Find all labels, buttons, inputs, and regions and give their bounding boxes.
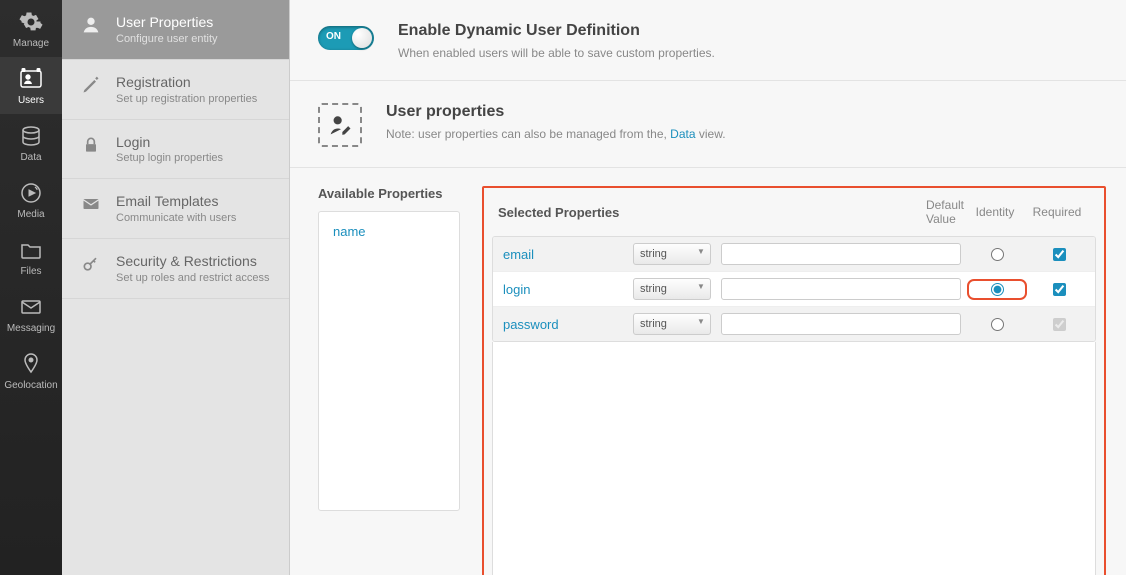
sidebar-item-title: Registration: [116, 74, 257, 91]
sidebar-item-title: Login: [116, 134, 223, 151]
sidebar-item-security[interactable]: Security & Restrictions Set up roles and…: [62, 239, 289, 299]
media-icon: [17, 181, 45, 205]
folder-icon: [17, 238, 45, 262]
rail-item-users[interactable]: Users: [0, 57, 62, 114]
sidebar-item-desc: Set up roles and restrict access: [116, 272, 269, 284]
col-default: Default Value: [926, 198, 964, 226]
panel-title: User properties: [386, 103, 726, 121]
selected-row: login string: [493, 272, 1095, 307]
rail-item-label: Users: [18, 95, 44, 106]
col-identity: Identity: [964, 205, 1026, 219]
sidebar-item-title: User Properties: [116, 14, 218, 31]
selected-row: password string: [493, 307, 1095, 341]
pencil-icon: [80, 74, 102, 96]
dynamic-definition-toggle[interactable]: ON: [318, 26, 374, 50]
database-icon: [17, 124, 45, 148]
col-required: Required: [1026, 205, 1088, 219]
available-list: name: [318, 211, 460, 511]
rail-item-label: Data: [20, 152, 41, 163]
identity-radio[interactable]: [991, 318, 1004, 331]
sidebar-item-title: Email Templates: [116, 193, 236, 210]
rail-item-messaging[interactable]: Messaging: [0, 285, 62, 342]
rail-item-label: Manage: [13, 38, 49, 49]
property-name[interactable]: password: [503, 317, 623, 332]
required-checkbox: [1053, 318, 1066, 331]
identity-radio[interactable]: [991, 248, 1004, 261]
envelope-icon: [80, 193, 102, 215]
rail-item-label: Media: [17, 209, 44, 220]
available-title: Available Properties: [318, 186, 460, 201]
required-checkbox[interactable]: [1053, 283, 1066, 296]
default-value-input[interactable]: [721, 243, 961, 265]
rail-item-label: Geolocation: [4, 380, 57, 391]
selected-table: email string login string password string: [492, 236, 1096, 342]
default-value-input[interactable]: [721, 313, 961, 335]
sidebar-item-desc: Configure user entity: [116, 33, 218, 45]
property-name[interactable]: login: [503, 282, 623, 297]
main-content: ON Enable Dynamic User Definition When e…: [290, 0, 1126, 575]
sidebar-item-login[interactable]: Login Setup login properties: [62, 120, 289, 180]
rail-item-manage[interactable]: Manage: [0, 0, 62, 57]
envelope-icon: [17, 295, 45, 319]
panel-desc: When enabled users will be able to save …: [398, 46, 715, 60]
selected-title: Selected Properties: [498, 205, 728, 220]
selected-row: email string: [493, 237, 1095, 272]
rail-item-data[interactable]: Data: [0, 114, 62, 171]
rail-item-files[interactable]: Files: [0, 228, 62, 285]
rail-item-label: Files: [20, 266, 41, 277]
default-value-input[interactable]: [721, 278, 961, 300]
properties-section: Available Properties name Selected Prope…: [290, 168, 1126, 575]
sidebar-item-user-properties[interactable]: User Properties Configure user entity: [62, 0, 289, 60]
pin-icon: [17, 352, 45, 376]
rail-item-media[interactable]: Media: [0, 171, 62, 228]
rail-item-label: Messaging: [7, 323, 55, 334]
sidebar-item-title: Security & Restrictions: [116, 253, 269, 270]
enable-dynamic-panel: ON Enable Dynamic User Definition When e…: [290, 0, 1126, 81]
data-view-link[interactable]: Data: [670, 127, 695, 141]
available-properties: Available Properties name: [318, 186, 460, 511]
selected-body-space: [492, 342, 1096, 575]
available-item[interactable]: name: [333, 220, 445, 243]
toggle-knob: [352, 28, 372, 48]
type-select[interactable]: string: [633, 313, 711, 335]
lock-icon: [80, 134, 102, 156]
property-name[interactable]: email: [503, 247, 623, 262]
sidebar-item-desc: Setup login properties: [116, 152, 223, 164]
selected-header: Selected Properties Default Value Identi…: [492, 194, 1096, 236]
panel-title: Enable Dynamic User Definition: [398, 22, 715, 40]
secondary-sidebar: User Properties Configure user entity Re…: [62, 0, 290, 575]
note-prefix: Note: user properties can also be manage…: [386, 127, 670, 141]
sidebar-item-desc: Communicate with users: [116, 212, 236, 224]
gear-icon: [17, 10, 45, 34]
required-checkbox[interactable]: [1053, 248, 1066, 261]
key-icon: [80, 253, 102, 275]
sidebar-item-desc: Set up registration properties: [116, 93, 257, 105]
toggle-state-label: ON: [326, 31, 341, 42]
user-properties-panel: User properties Note: user properties ca…: [290, 81, 1126, 168]
user-icon: [80, 14, 102, 36]
note-suffix: view.: [696, 127, 726, 141]
sidebar-item-registration[interactable]: Registration Set up registration propert…: [62, 60, 289, 120]
panel-note: Note: user properties can also be manage…: [386, 127, 726, 141]
type-select[interactable]: string: [633, 243, 711, 265]
user-edit-icon: [318, 103, 362, 147]
selected-properties: Selected Properties Default Value Identi…: [482, 186, 1106, 575]
identity-radio[interactable]: [991, 283, 1004, 296]
rail-item-geolocation[interactable]: Geolocation: [0, 342, 62, 399]
primary-rail: Manage Users Data Media Files Messaging …: [0, 0, 62, 575]
type-select[interactable]: string: [633, 278, 711, 300]
sidebar-item-email-templates[interactable]: Email Templates Communicate with users: [62, 179, 289, 239]
address-card-icon: [17, 67, 45, 91]
